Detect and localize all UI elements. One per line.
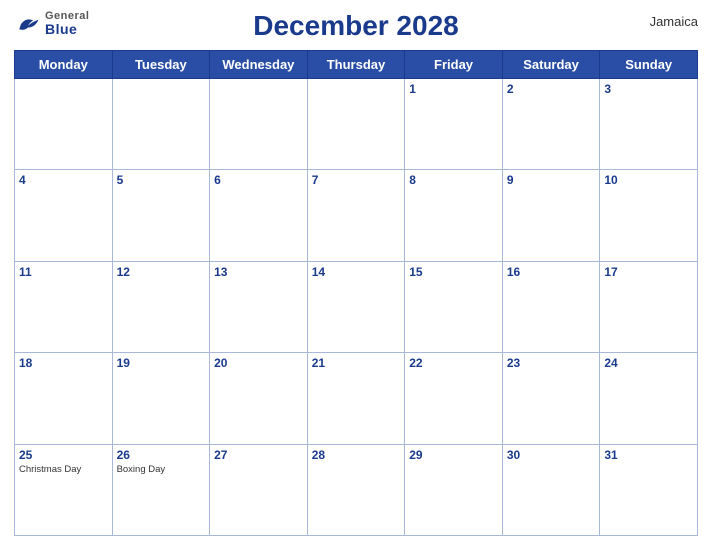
logo-text: General Blue: [45, 10, 89, 37]
calendar-cell: 5: [112, 170, 210, 261]
calendar-cell: 14: [307, 261, 405, 352]
day-number: 14: [312, 265, 401, 279]
calendar-cell: 24: [600, 353, 698, 444]
day-number: 4: [19, 173, 108, 187]
calendar-cell: 21: [307, 353, 405, 444]
day-number: 12: [117, 265, 206, 279]
logo: General Blue: [14, 10, 89, 37]
calendar-title: December 2028: [253, 10, 458, 42]
calendar-cell: 23: [502, 353, 600, 444]
day-number: 19: [117, 356, 206, 370]
day-number: 16: [507, 265, 596, 279]
day-number: 1: [409, 82, 498, 96]
day-number: 24: [604, 356, 693, 370]
calendar-cell: 30: [502, 444, 600, 535]
weekday-sunday: Sunday: [600, 51, 698, 79]
calendar-cell: 27: [210, 444, 308, 535]
day-number: 21: [312, 356, 401, 370]
weekday-tuesday: Tuesday: [112, 51, 210, 79]
calendar-cell: [112, 79, 210, 170]
calendar-cell: 22: [405, 353, 503, 444]
holiday-name: Christmas Day: [19, 464, 108, 475]
day-number: 30: [507, 448, 596, 462]
calendar-cell: 16: [502, 261, 600, 352]
calendar-cell: 4: [15, 170, 113, 261]
logo-blue: Blue: [45, 22, 89, 37]
calendar-body: 1234567891011121314151617181920212223242…: [15, 79, 698, 536]
country-label: Jamaica: [650, 14, 698, 29]
calendar-cell: 11: [15, 261, 113, 352]
day-number: 15: [409, 265, 498, 279]
day-number: 23: [507, 356, 596, 370]
day-number: 17: [604, 265, 693, 279]
logo-bird-icon: [14, 15, 42, 33]
calendar-cell: 7: [307, 170, 405, 261]
calendar-cell: 10: [600, 170, 698, 261]
calendar-cell: [307, 79, 405, 170]
weekday-thursday: Thursday: [307, 51, 405, 79]
calendar-container: General Blue December 2028 Jamaica Monda…: [0, 0, 712, 550]
calendar-cell: 6: [210, 170, 308, 261]
calendar-cell: 26 Boxing Day: [112, 444, 210, 535]
calendar-cell: [15, 79, 113, 170]
holiday-name: Boxing Day: [117, 464, 206, 475]
calendar-cell: 2: [502, 79, 600, 170]
calendar-cell: 8: [405, 170, 503, 261]
day-number: 26: [117, 448, 206, 462]
calendar-header-row: Monday Tuesday Wednesday Thursday Friday…: [15, 51, 698, 79]
calendar-cell: 20: [210, 353, 308, 444]
calendar-cell: 29: [405, 444, 503, 535]
calendar-cell: 18: [15, 353, 113, 444]
calendar-cell: 9: [502, 170, 600, 261]
day-number: 20: [214, 356, 303, 370]
calendar-cell: 17: [600, 261, 698, 352]
calendar-cell: 1: [405, 79, 503, 170]
day-number: 6: [214, 173, 303, 187]
calendar-cell: 15: [405, 261, 503, 352]
day-number: 18: [19, 356, 108, 370]
calendar-cell: 28: [307, 444, 405, 535]
weekday-friday: Friday: [405, 51, 503, 79]
day-number: 29: [409, 448, 498, 462]
calendar-cell: 13: [210, 261, 308, 352]
calendar-cell: 3: [600, 79, 698, 170]
day-number: 13: [214, 265, 303, 279]
day-number: 3: [604, 82, 693, 96]
day-number: 25: [19, 448, 108, 462]
day-number: 28: [312, 448, 401, 462]
weekday-monday: Monday: [15, 51, 113, 79]
day-number: 10: [604, 173, 693, 187]
calendar-cell: 31: [600, 444, 698, 535]
day-number: 5: [117, 173, 206, 187]
day-number: 2: [507, 82, 596, 96]
calendar-table: Monday Tuesday Wednesday Thursday Friday…: [14, 50, 698, 536]
day-number: 27: [214, 448, 303, 462]
day-number: 11: [19, 265, 108, 279]
weekday-saturday: Saturday: [502, 51, 600, 79]
calendar-cell: 12: [112, 261, 210, 352]
calendar-cell: 19: [112, 353, 210, 444]
day-number: 9: [507, 173, 596, 187]
calendar-header: General Blue December 2028 Jamaica: [14, 10, 698, 42]
day-number: 7: [312, 173, 401, 187]
day-number: 8: [409, 173, 498, 187]
calendar-cell: [210, 79, 308, 170]
day-number: 31: [604, 448, 693, 462]
day-number: 22: [409, 356, 498, 370]
weekday-wednesday: Wednesday: [210, 51, 308, 79]
calendar-cell: 25 Christmas Day: [15, 444, 113, 535]
